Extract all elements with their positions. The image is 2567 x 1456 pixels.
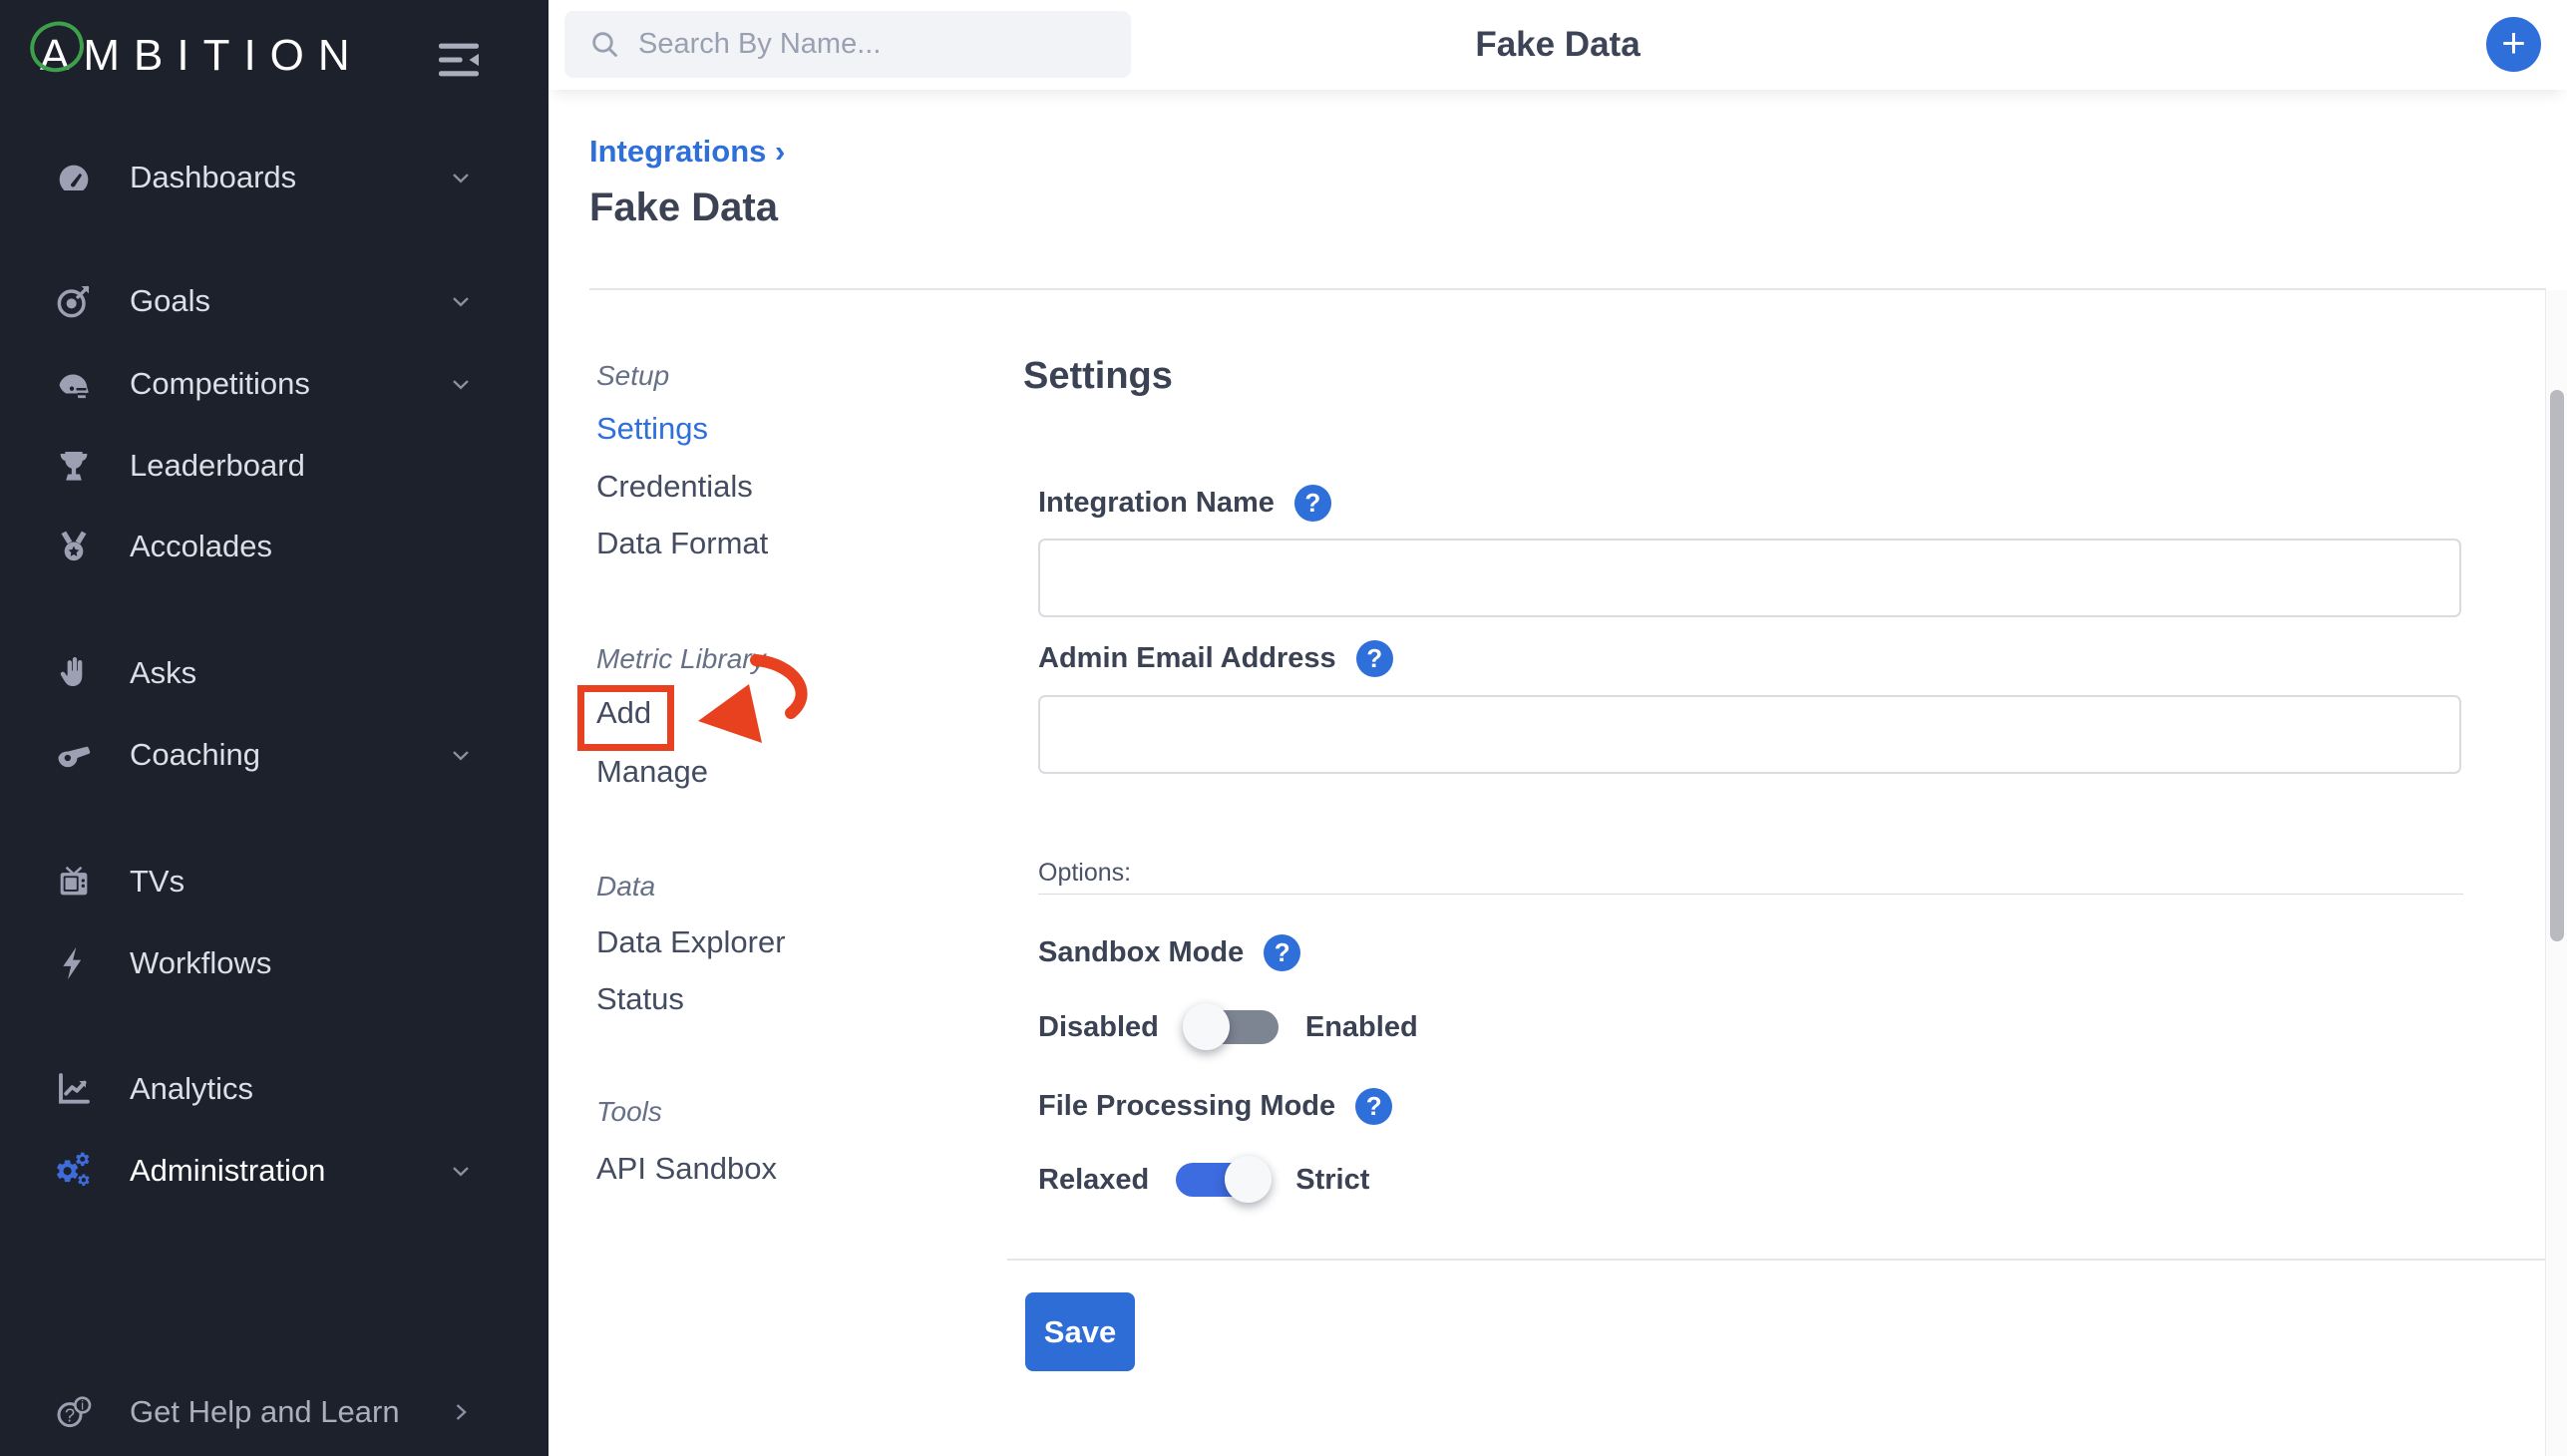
breadcrumb[interactable]: Integrations › [589, 134, 785, 170]
chevron-down-icon [447, 741, 475, 769]
bolt-icon [50, 943, 98, 983]
chevron-right-icon [447, 1398, 475, 1426]
integration-name-label-row: Integration Name ? [1038, 485, 1331, 522]
sidebar-item-administration[interactable]: Administration [0, 1130, 549, 1212]
scrollbar-track[interactable] [2545, 290, 2567, 1456]
toggle-right-label: Strict [1295, 1164, 1369, 1197]
sidebar-item-asks[interactable]: Asks [0, 632, 549, 714]
file-processing-mode-label-row: File Processing Mode ? [1038, 1088, 1392, 1125]
hand-icon [50, 653, 98, 693]
options-label: Options: [1038, 859, 1131, 888]
side-menu-item-data-format[interactable]: Data Format [596, 526, 768, 561]
svg-text:?: ? [65, 1404, 75, 1425]
gears-icon [50, 1151, 98, 1191]
scrollbar-thumb[interactable] [2550, 390, 2564, 941]
search-input[interactable] [638, 28, 1107, 61]
topbar-title: Fake Data [1475, 25, 1640, 65]
sidebar-item-tvs[interactable]: TVs [0, 841, 549, 922]
sandbox-mode-toggle[interactable] [1186, 1010, 1279, 1044]
search-icon [588, 28, 622, 62]
trophy-icon [50, 446, 98, 486]
save-button[interactable]: Save [1025, 1292, 1135, 1371]
sidebar-item-accolades[interactable]: Accolades [0, 506, 549, 587]
sidebar-item-dashboards[interactable]: Dashboards [0, 137, 549, 218]
tv-icon [50, 862, 98, 902]
sandbox-mode-toggle-row: Disabled Enabled [1038, 1003, 1418, 1051]
help-circle-icon: ? i [50, 1392, 98, 1432]
svg-text:i: i [81, 1398, 84, 1413]
side-menu-item-settings[interactable]: Settings [596, 411, 708, 447]
chevron-down-icon [447, 370, 475, 398]
main-content: Integrations › Fake Data Setup Settings … [549, 90, 2567, 1456]
integration-name-input[interactable] [1038, 539, 2461, 617]
sidebar-item-goals[interactable]: Goals [0, 260, 549, 342]
toggle-left-label: Disabled [1038, 1011, 1159, 1044]
sidebar-item-competitions[interactable]: Competitions [0, 343, 549, 425]
side-menu-item-add[interactable]: Add [596, 695, 651, 731]
sidebar-item-coaching[interactable]: Coaching [0, 714, 549, 796]
helmet-icon [50, 364, 98, 404]
chevron-down-icon [447, 287, 475, 315]
chevron-down-icon [447, 1157, 475, 1185]
line-chart-icon [50, 1069, 98, 1109]
divider [1007, 1259, 2546, 1261]
app-logo[interactable]: AMBITION [40, 30, 364, 82]
whistle-icon [50, 735, 98, 775]
sidebar-item-workflows[interactable]: Workflows [0, 922, 549, 1004]
file-processing-mode-label: File Processing Mode [1038, 1090, 1335, 1123]
file-processing-mode-toggle-row: Relaxed Strict [1038, 1156, 1369, 1204]
sidebar-collapse-icon[interactable] [436, 40, 482, 80]
side-menu-item-api-sandbox[interactable]: API Sandbox [596, 1151, 777, 1187]
admin-email-label-row: Admin Email Address ? [1038, 640, 1393, 677]
side-menu-item-data-explorer[interactable]: Data Explorer [596, 924, 786, 960]
medal-icon [50, 527, 98, 566]
file-processing-mode-toggle[interactable] [1176, 1163, 1269, 1197]
logo-text: AMBITION [40, 31, 364, 80]
help-icon[interactable]: ? [1355, 1088, 1392, 1125]
gauge-icon [50, 158, 98, 197]
side-menu-header-setup: Setup [596, 360, 669, 392]
sidebar: AMBITION Dashboards [0, 0, 549, 1456]
chevron-down-icon [447, 164, 475, 191]
help-icon[interactable]: ? [1294, 485, 1331, 522]
add-button[interactable]: + [2486, 17, 2541, 72]
side-menu-item-credentials[interactable]: Credentials [596, 469, 753, 505]
toggle-right-label: Enabled [1305, 1011, 1418, 1044]
toggle-left-label: Relaxed [1038, 1164, 1149, 1197]
sandbox-mode-label-row: Sandbox Mode ? [1038, 934, 1300, 971]
toggle-knob[interactable] [1183, 1003, 1230, 1050]
sidebar-item-get-help[interactable]: ? i Get Help and Learn [0, 1371, 549, 1453]
integration-name-label: Integration Name [1038, 487, 1275, 520]
breadcrumb-link[interactable]: Integrations [589, 134, 766, 169]
side-menu-item-manage[interactable]: Manage [596, 754, 708, 790]
target-icon [50, 281, 98, 321]
side-menu-header-data: Data [596, 871, 655, 903]
side-menu-header-metric-library: Metric Library [596, 643, 766, 675]
sandbox-mode-label: Sandbox Mode [1038, 936, 1244, 969]
topbar: Fake Data + [549, 0, 2567, 90]
divider [1038, 894, 2463, 895]
side-menu-item-status[interactable]: Status [596, 981, 684, 1017]
divider [589, 288, 2546, 290]
page-title: Fake Data [589, 185, 778, 230]
form-heading: Settings [1023, 355, 1173, 398]
search-box[interactable] [564, 11, 1131, 78]
help-icon[interactable]: ? [1356, 640, 1393, 677]
toggle-knob[interactable] [1225, 1156, 1272, 1203]
admin-email-input[interactable] [1038, 695, 2461, 774]
sidebar-item-analytics[interactable]: Analytics [0, 1048, 549, 1130]
plus-icon: + [2501, 22, 2526, 64]
help-icon[interactable]: ? [1264, 934, 1300, 971]
side-menu-header-tools: Tools [596, 1096, 662, 1128]
sidebar-item-leaderboard[interactable]: Leaderboard [0, 425, 549, 507]
admin-email-label: Admin Email Address [1038, 642, 1336, 675]
breadcrumb-separator: › [775, 134, 785, 169]
